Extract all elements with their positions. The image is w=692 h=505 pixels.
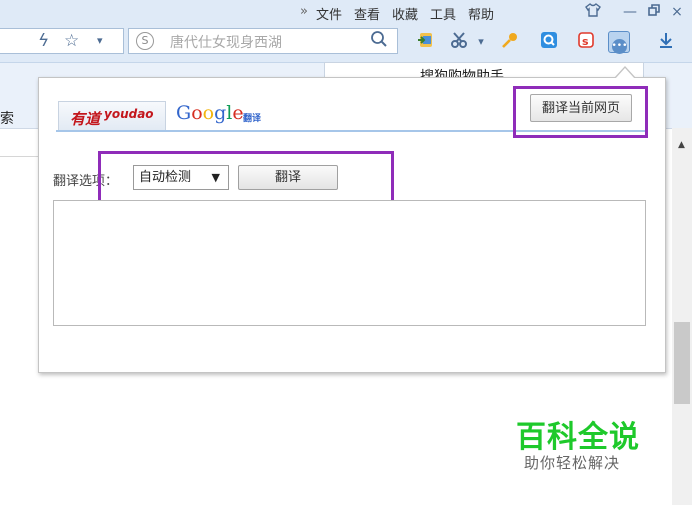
scroll-up-arrow-icon[interactable]: ▲ [678,140,685,150]
weibo-icon[interactable]: s [575,31,597,53]
svg-text:s: s [582,35,589,48]
menu-chevron[interactable]: » [300,4,308,24]
search-icon[interactable] [370,30,388,53]
page-search-text: 搜索 [0,111,14,127]
popup-pointer-inner [615,68,635,79]
tab-google[interactable]: Google [176,102,244,124]
google-letter: e [232,102,244,124]
close-button[interactable]: × [668,3,686,21]
search-input[interactable]: 唐代仕女现身西湖 [170,32,282,52]
chevron-down-icon[interactable]: ▾ [470,31,492,53]
youdao-logo-en: youdao [104,107,154,121]
restore-button[interactable] [645,3,663,21]
youdao-logo-zh: 有道 [70,110,101,128]
google-letter: G [176,102,192,124]
dropdown-icon[interactable]: ▾ [97,30,103,52]
google-letter: o [191,102,203,124]
menu-tools[interactable]: 工具 [430,4,456,24]
watermark-subtitle: 助你轻松解决 [524,454,621,472]
sogou-search-icon: S [136,32,154,50]
google-letter: o [202,102,215,124]
more-apps-button[interactable]: ••• [608,31,630,54]
google-letter: g [214,102,227,124]
key-icon[interactable] [499,31,521,53]
scrollbar-thumb[interactable] [674,322,690,404]
menu-file[interactable]: 文件 [316,4,342,24]
translate-text-input[interactable] [53,200,646,326]
divider [0,156,40,157]
minimize-button[interactable]: — [621,3,639,21]
download-icon[interactable] [655,31,677,53]
screenshot-icon[interactable] [538,31,560,53]
shirt-icon[interactable] [584,3,602,21]
menu-help[interactable]: 帮助 [468,4,494,24]
highlight-box [513,86,648,138]
address-bar[interactable] [0,28,124,54]
more-dots-icon: ••• [611,39,627,54]
watermark-title: 百科全说 [516,420,640,455]
google-translate-label: 翻译 [243,114,262,124]
sidebar-icon[interactable] [415,31,437,53]
star-icon[interactable]: ☆ [64,30,79,52]
scissors-icon[interactable] [448,31,470,53]
scrollbar-track[interactable] [672,128,692,505]
lightning-icon[interactable]: ϟ [38,30,49,52]
menu-view[interactable]: 查看 [354,4,380,24]
menu-favorites[interactable]: 收藏 [392,4,418,24]
menu-bar: » 文件 查看 收藏 工具 帮助 [300,4,506,24]
